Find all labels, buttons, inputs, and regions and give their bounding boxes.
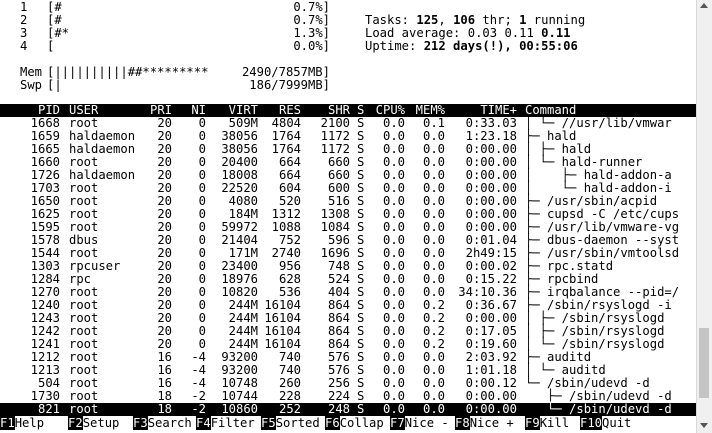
scrollbar-thumb[interactable] [699,328,709,398]
fkey-label: Sorted [275,416,320,430]
fkey-key: F2 [68,416,83,430]
uptime-label: Uptime: [365,39,424,53]
fkey-sorted[interactable]: F5Sorted [261,416,320,430]
uptime-value: 212 days(!), 00:55:06 [423,39,578,53]
fkey-label: Help [14,416,45,430]
cpu-percent: 0.0%] [293,39,330,53]
fkey-key: F4 [196,416,211,430]
fkey-label: Collap [339,416,384,430]
scroll-down-arrow-icon[interactable] [700,423,708,428]
fkey-key: F9 [525,416,540,430]
swap-meter: Swp [| 186/7999MB] [0,79,330,92]
swap-label: Swp [20,78,43,92]
cell-time: 0:00.00 [465,402,517,416]
load-label: Load average: [365,26,468,40]
fkey-key: F5 [261,416,276,430]
selected-process-row[interactable]: 821 root 18 -2 10860 252 248 S 0.0 0.0 0:00.00 └─ … [0,403,697,416]
cpu-meter: 4 [0.0%] [0,40,330,53]
load-1: 0.03 [467,26,498,40]
fkey-key: F8 [455,416,470,430]
fkey-collap[interactable]: F6Collap [325,416,384,430]
load-15: 0.11 [541,26,571,40]
load-5: 0.11 [504,26,534,40]
threads-count: 106 [453,13,476,27]
fkey-label: Nice - [404,416,449,430]
fkey-key: F10 [580,416,603,430]
fkey-key: F6 [325,416,340,430]
fkey-nice[interactable]: F7Nice - [390,416,449,430]
fkey-search[interactable]: F3Search [133,416,192,430]
fkey-nice[interactable]: F8Nice + [455,416,514,430]
fkey-label: Setup [82,416,120,430]
fkey-label: Search [147,416,192,430]
fkey-label: Kill [539,416,570,430]
terminal-window: 1 [# 0.7%] 2 [# 0.7%] 3 [#* 1.3%] 4[0.0%] Mem [||… [0,0,697,433]
vertical-scrollbar[interactable] [696,0,712,433]
fkey-label: Filter [210,416,255,430]
tasks-label: Tasks: [365,13,417,27]
tasks-sep: , [438,13,454,27]
fkey-quit[interactable]: F10Quit [580,416,631,430]
swap-bar: [| [47,78,62,92]
fkey-filter[interactable]: F4Filter [196,416,255,430]
uptime-line: Uptime: 212 days(!), 00:55:06 [365,40,578,53]
memory-bar: [||||||||||##********* [47,65,209,79]
threads-label: thr; [475,13,520,27]
cpu-bar: [ [47,39,55,53]
fkey-key: F7 [390,416,405,430]
fkey-label: Quit [602,416,632,430]
fkey-key: F1 [0,416,15,430]
cpu-id: 4 [20,39,28,53]
tasks-count: 125 [416,13,439,27]
fkey-help[interactable]: F1Help [0,416,44,430]
fkey-kill[interactable]: F9Kill [525,416,569,430]
fkey-label: Nice + [469,416,514,430]
running-label: running [526,13,586,27]
fkey-key: F3 [133,416,148,430]
swap-value: 186/7999MB] [249,78,330,92]
cell-cmd: └─ /sbin/udevd -d [525,402,672,416]
scroll-up-arrow-icon[interactable] [700,3,708,8]
fkey-setup[interactable]: F2Setup [68,416,119,430]
